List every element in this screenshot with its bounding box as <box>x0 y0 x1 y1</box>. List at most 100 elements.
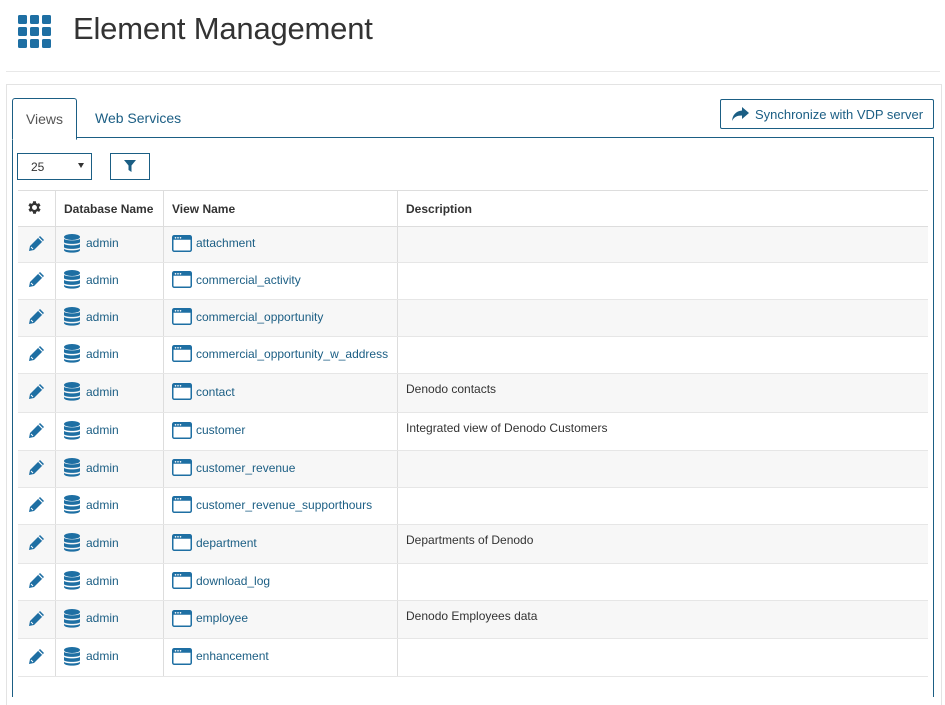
edit-cell[interactable] <box>18 487 56 525</box>
table-row: admin employee Denodo Employees data <box>18 600 928 639</box>
view-window-icon <box>172 572 192 589</box>
database-name: admin <box>86 649 119 663</box>
database-link[interactable]: admin <box>64 420 119 440</box>
table-row: admin customer_revenue <box>18 450 928 488</box>
database-cell: admin <box>55 373 164 413</box>
edit-cell[interactable] <box>18 226 56 263</box>
description-cell: Integrated view of Denodo Customers <box>397 412 928 451</box>
database-link[interactable]: admin <box>64 533 119 552</box>
edit-cell[interactable] <box>18 450 56 488</box>
database-name: admin <box>86 460 119 475</box>
table-row: admin attachment <box>18 226 928 263</box>
view-cell: download_log <box>163 563 398 601</box>
edit-cell[interactable] <box>18 412 56 451</box>
description-cell <box>397 262 928 300</box>
database-name: admin <box>86 272 119 287</box>
database-link[interactable]: admin <box>64 382 119 401</box>
database-name-column-header[interactable]: Database Name <box>55 190 164 227</box>
edit-pencil-icon <box>29 610 44 626</box>
view-cell: department <box>163 524 398 564</box>
description-text: Denodo contacts <box>406 382 497 396</box>
view-link[interactable]: attachment <box>172 234 256 252</box>
database-name: admin <box>86 423 119 437</box>
database-link[interactable]: admin <box>64 458 119 477</box>
table-row: admin commercial_activity <box>18 262 928 300</box>
edit-cell[interactable] <box>18 262 56 300</box>
database-icon <box>64 571 80 590</box>
edit-cell[interactable] <box>18 336 56 374</box>
database-name: admin <box>86 236 119 250</box>
description-cell <box>397 336 928 374</box>
database-icon <box>64 420 80 440</box>
view-link[interactable]: enhancement <box>172 647 269 665</box>
page-size-select[interactable]: 25 <box>17 153 92 180</box>
database-link[interactable]: admin <box>64 307 119 326</box>
view-link[interactable]: customer <box>172 421 246 439</box>
description-cell: Denodo contacts <box>397 373 928 413</box>
view-window-icon <box>172 345 192 362</box>
database-icon <box>64 608 80 628</box>
filter-button[interactable] <box>110 153 150 180</box>
database-icon <box>64 344 80 363</box>
edit-pencil-icon <box>29 384 44 399</box>
view-link[interactable]: commercial_activity <box>172 271 301 288</box>
view-link[interactable]: download_log <box>172 572 270 589</box>
view-name-column-header[interactable]: View Name <box>163 190 398 227</box>
view-link[interactable]: contact <box>172 383 235 400</box>
database-link[interactable]: admin <box>64 646 119 666</box>
synchronize-button[interactable]: Synchronize with VDP server <box>720 99 934 129</box>
view-name: customer <box>196 423 246 437</box>
database-cell: admin <box>55 524 164 564</box>
tab-web-services[interactable]: Web Services <box>95 98 181 138</box>
database-cell: admin <box>55 638 164 677</box>
view-name: attachment <box>196 236 256 250</box>
view-name: commercial_opportunity_w_address <box>196 346 389 361</box>
database-icon <box>64 495 80 514</box>
view-window-icon <box>172 383 192 400</box>
edit-cell[interactable] <box>18 373 56 413</box>
database-link[interactable]: admin <box>64 495 119 514</box>
view-link[interactable]: commercial_opportunity <box>172 308 323 325</box>
view-cell: attachment <box>163 226 398 263</box>
view-link[interactable]: customer_revenue <box>172 459 295 476</box>
view-link[interactable]: commercial_opportunity_w_address <box>172 345 388 362</box>
edit-cell[interactable] <box>18 638 56 677</box>
database-link[interactable]: admin <box>64 344 119 363</box>
view-link[interactable]: customer_revenue_supporthours <box>172 496 372 513</box>
database-icon <box>64 307 80 326</box>
database-icon <box>64 533 80 552</box>
database-link[interactable]: admin <box>64 571 119 590</box>
database-icon <box>64 458 80 477</box>
edit-cell[interactable] <box>18 600 56 639</box>
description-cell: Departments of Denodo <box>397 524 928 564</box>
view-cell: contact <box>163 373 398 413</box>
view-link[interactable]: department <box>172 534 257 551</box>
view-link[interactable]: employee <box>172 609 248 627</box>
database-link[interactable]: admin <box>64 270 119 289</box>
database-link[interactable]: admin <box>64 233 119 253</box>
database-link[interactable]: admin <box>64 608 119 628</box>
database-cell: admin <box>55 226 164 263</box>
tab-views[interactable]: Views <box>12 98 77 140</box>
database-icon <box>64 646 80 666</box>
edit-pencil-icon <box>29 235 44 251</box>
view-window-icon <box>172 496 192 513</box>
description-column-header[interactable]: Description <box>397 190 928 227</box>
table-row: admin commercial_opportunity <box>18 299 928 337</box>
edit-cell[interactable] <box>18 524 56 564</box>
view-name: download_log <box>196 573 271 588</box>
edit-cell[interactable] <box>18 299 56 337</box>
table-row: admin contact Denodo contacts <box>18 373 928 413</box>
edit-pencil-icon <box>29 573 44 588</box>
view-cell: customer_revenue_supporthours <box>163 487 398 525</box>
database-name: admin <box>86 611 119 625</box>
page-title: Element Management <box>73 11 373 46</box>
dropdown-caret-icon <box>78 163 84 168</box>
database-name: admin <box>86 384 119 399</box>
edit-pencil-icon <box>29 309 44 324</box>
database-icon <box>64 233 80 253</box>
view-name: customer_revenue <box>196 460 296 475</box>
edit-cell[interactable] <box>18 563 56 601</box>
view-cell: employee <box>163 600 398 639</box>
settings-column-header[interactable] <box>18 190 56 227</box>
